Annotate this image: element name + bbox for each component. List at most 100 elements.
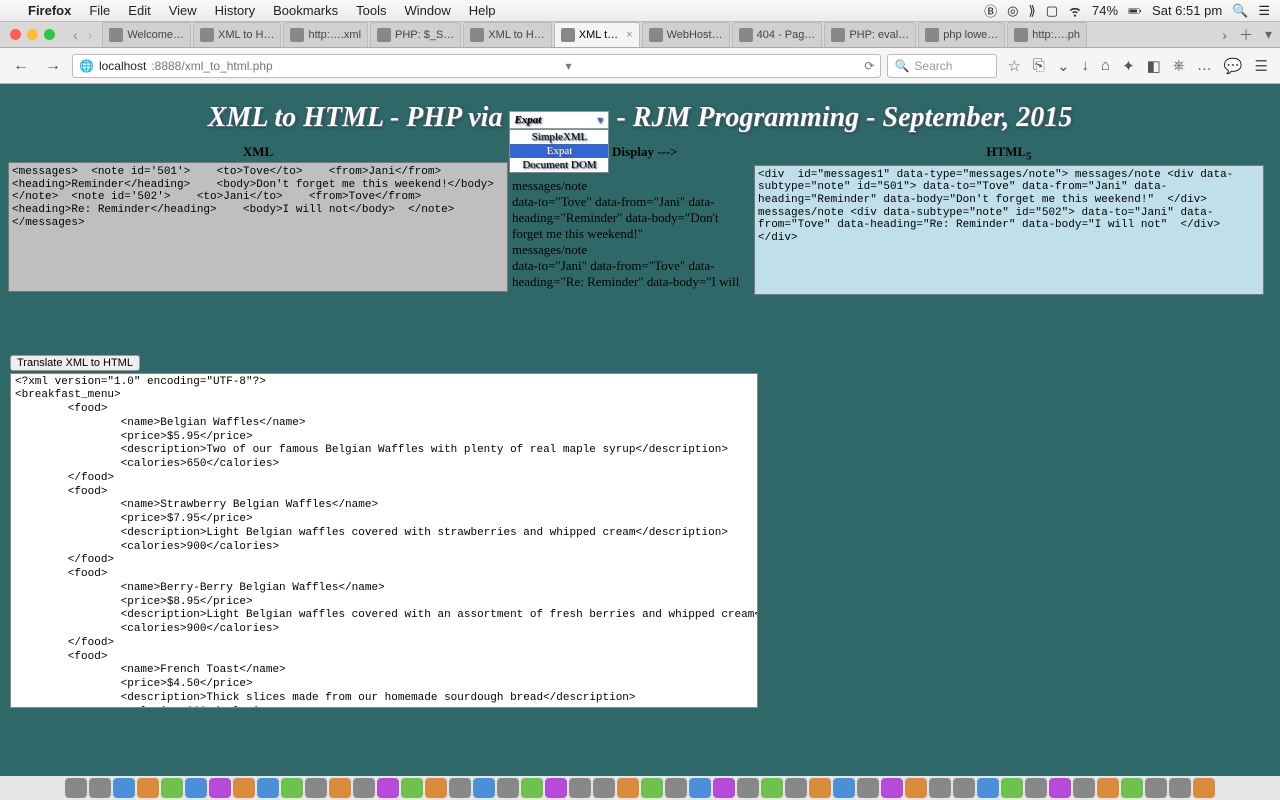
app-name[interactable]: Firefox (28, 3, 71, 18)
menu-help[interactable]: Help (469, 3, 496, 18)
all-tabs-button[interactable]: ▾ (1265, 26, 1272, 43)
notification-center-icon[interactable]: ☰ (1258, 3, 1270, 19)
close-tab-icon[interactable]: × (626, 29, 632, 41)
menu-tools[interactable]: Tools (356, 3, 386, 18)
dock-app-icon[interactable] (1001, 778, 1023, 798)
close-window-button[interactable] (10, 29, 21, 40)
addon-icon-4[interactable]: … (1197, 57, 1212, 74)
dock-app-icon[interactable] (1025, 778, 1047, 798)
browser-tab[interactable]: 404 - Pag… (732, 22, 823, 47)
dock-app-icon[interactable] (905, 778, 927, 798)
parser-option-documentdom[interactable]: Document DOM (510, 158, 608, 172)
dock-app-icon[interactable] (1121, 778, 1143, 798)
browser-tab[interactable]: Welcome… (102, 22, 191, 47)
downloads-icon[interactable]: ↓ (1082, 57, 1090, 74)
dock-app-icon[interactable] (1049, 778, 1071, 798)
dock-app-icon[interactable] (809, 778, 831, 798)
dock-app-icon[interactable] (1169, 778, 1191, 798)
dock-app-icon[interactable] (689, 778, 711, 798)
tab-overflow-icon[interactable]: › (1222, 27, 1227, 43)
hamburger-menu-icon[interactable]: ☰ (1255, 57, 1268, 75)
dock-app-icon[interactable] (257, 778, 279, 798)
browser-tab[interactable]: http:….ph (1007, 22, 1087, 47)
chat-icon[interactable]: 💬 (1224, 57, 1243, 75)
spotlight-icon[interactable]: 🔍 (1232, 3, 1248, 19)
dock-app-icon[interactable] (737, 778, 759, 798)
dock-app-icon[interactable] (449, 778, 471, 798)
dock-app-icon[interactable] (209, 778, 231, 798)
reload-button[interactable]: ⟳ (864, 59, 874, 73)
dock-app-icon[interactable] (233, 778, 255, 798)
status-icon-rangle[interactable]: ⟫ (1028, 3, 1035, 19)
browser-tab[interactable]: XML t…× (554, 22, 640, 47)
dock-app-icon[interactable] (713, 778, 735, 798)
menu-history[interactable]: History (215, 3, 255, 18)
dock-app-icon[interactable] (953, 778, 975, 798)
menu-file[interactable]: File (89, 3, 110, 18)
dock-app-icon[interactable] (185, 778, 207, 798)
clipboard-icon[interactable]: ⎘ (1033, 57, 1045, 74)
dock-app-icon[interactable] (473, 778, 495, 798)
menu-edit[interactable]: Edit (128, 3, 150, 18)
menu-view[interactable]: View (169, 3, 197, 18)
dock-app-icon[interactable] (425, 778, 447, 798)
pocket-icon[interactable]: ⌄ (1057, 57, 1070, 75)
dock-app-icon[interactable] (353, 778, 375, 798)
dock-app-icon[interactable] (497, 778, 519, 798)
minimize-window-button[interactable] (27, 29, 38, 40)
browser-tab[interactable]: WebHost… (642, 22, 730, 47)
parser-select[interactable]: Expat ▼ (509, 111, 609, 129)
dock-app-icon[interactable] (881, 778, 903, 798)
translate-button[interactable]: Translate XML to HTML (10, 355, 140, 371)
home-icon[interactable]: ⌂ (1101, 57, 1110, 74)
dock-app-icon[interactable] (137, 778, 159, 798)
reader-mode-icon[interactable]: ▾ (566, 59, 572, 73)
addon-icon-2[interactable]: ◧ (1147, 57, 1161, 75)
addon-icon-1[interactable]: ✦ (1122, 57, 1135, 75)
dock-app-icon[interactable] (1145, 778, 1167, 798)
dock-app-icon[interactable] (833, 778, 855, 798)
browser-tab[interactable]: php lowe… (918, 22, 1005, 47)
dock-app-icon[interactable] (281, 778, 303, 798)
browser-tab[interactable]: XML to H… (193, 22, 281, 47)
dock-app-icon[interactable] (977, 778, 999, 798)
dock-app-icon[interactable] (305, 778, 327, 798)
dock-app-icon[interactable] (569, 778, 591, 798)
dock-app-icon[interactable] (377, 778, 399, 798)
browser-tab[interactable]: XML to H… (463, 22, 551, 47)
browser-tab[interactable]: http:….xml (283, 22, 368, 47)
parser-option-expat[interactable]: Expat (510, 144, 608, 158)
dock-app-icon[interactable] (785, 778, 807, 798)
status-icon-target[interactable]: ◎ (1007, 3, 1018, 19)
parser-option-simplexml[interactable]: SimpleXML (510, 130, 608, 144)
back-button[interactable]: ← (8, 53, 34, 79)
menu-bookmarks[interactable]: Bookmarks (273, 3, 338, 18)
dock-app-icon[interactable] (161, 778, 183, 798)
dock-app-icon[interactable] (1097, 778, 1119, 798)
dock-app-icon[interactable] (89, 778, 111, 798)
dock-app-icon[interactable] (617, 778, 639, 798)
dock-app-icon[interactable] (521, 778, 543, 798)
dock-app-icon[interactable] (401, 778, 423, 798)
status-icon-b[interactable]: Ⓑ (984, 1, 997, 20)
search-bar[interactable]: 🔍 Search (887, 54, 997, 78)
tab-history-fwd-icon[interactable]: › (88, 27, 93, 43)
zoom-window-button[interactable] (44, 29, 55, 40)
addon-icon-3[interactable]: ⎈ (1173, 57, 1185, 74)
dock-app-icon[interactable] (593, 778, 615, 798)
forward-button[interactable]: → (40, 53, 66, 79)
dock-app-icon[interactable] (1073, 778, 1095, 798)
airplay-icon[interactable]: ▢ (1046, 3, 1058, 19)
url-bar[interactable]: 🌐 localhost:8888/xml_to_html.php ▾ ⟳ (72, 54, 881, 78)
dock-app-icon[interactable] (545, 778, 567, 798)
xml-source-textarea[interactable] (8, 162, 508, 292)
wifi-icon[interactable] (1068, 4, 1082, 18)
dock-app-icon[interactable] (761, 778, 783, 798)
tab-history-back-icon[interactable]: ‹ (73, 27, 78, 43)
menu-window[interactable]: Window (405, 3, 451, 18)
browser-tab[interactable]: PHP: $_S… (370, 22, 461, 47)
new-tab-button[interactable]: ＋ (1239, 25, 1253, 45)
dock-app-icon[interactable] (665, 778, 687, 798)
bookmark-star-icon[interactable]: ☆ (1007, 57, 1020, 75)
dock-app-icon[interactable] (329, 778, 351, 798)
